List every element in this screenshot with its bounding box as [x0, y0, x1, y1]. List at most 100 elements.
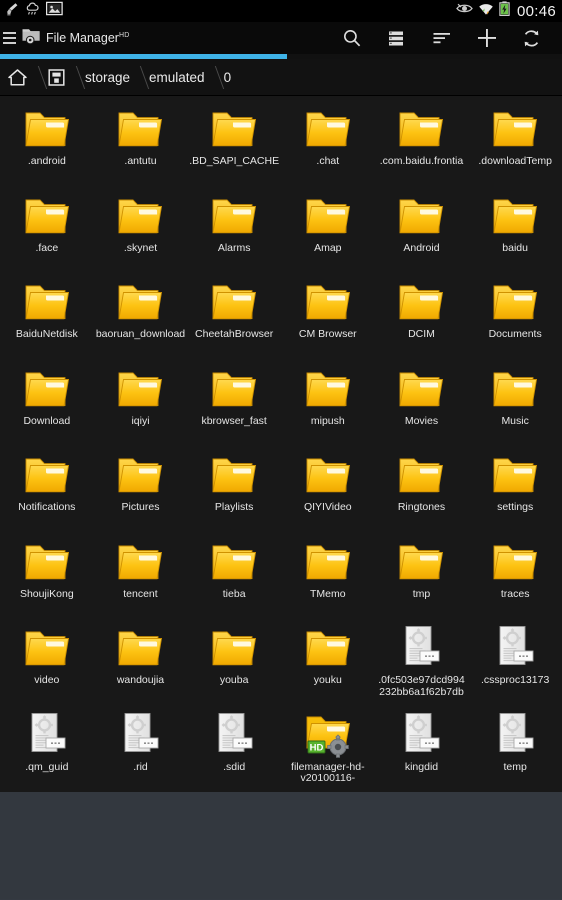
- folder-item[interactable]: youba: [187, 619, 281, 706]
- folder-icon: [118, 199, 163, 233]
- folder-settings-icon[interactable]: [21, 25, 43, 51]
- file-item[interactable]: temp: [468, 706, 562, 793]
- item-icon: [300, 105, 356, 155]
- file-item[interactable]: .qm_guid: [0, 706, 94, 793]
- folder-icon: [25, 112, 69, 147]
- item-icon: [19, 624, 75, 674]
- breadcrumb-storage[interactable]: storage: [82, 59, 133, 96]
- folder-item[interactable]: Ringtones: [375, 446, 469, 533]
- file-item[interactable]: .rid: [94, 706, 188, 793]
- sort-button[interactable]: [419, 22, 464, 54]
- folder-item[interactable]: baoruan_download: [94, 273, 188, 360]
- hamburger-menu-icon[interactable]: [3, 29, 19, 47]
- refresh-button[interactable]: [509, 22, 554, 54]
- item-label: kbrowser_fast: [201, 415, 267, 427]
- folder-icon: [399, 458, 444, 493]
- folder-item[interactable]: Music: [468, 360, 562, 447]
- item-icon: [206, 192, 262, 242]
- item-icon: [19, 711, 75, 761]
- folder-icon: [118, 631, 163, 666]
- folder-icon: [25, 372, 69, 406]
- item-icon: [393, 105, 449, 155]
- item-icon: [300, 451, 356, 501]
- folder-item[interactable]: Movies: [375, 360, 469, 447]
- folder-item[interactable]: Android: [375, 187, 469, 274]
- breadcrumb-separator: [31, 59, 44, 96]
- file-item[interactable]: kingdid: [375, 706, 469, 793]
- breadcrumb-device[interactable]: [44, 59, 69, 96]
- item-label: .0fc503e97dcd994232bb6a1f62b7db: [378, 675, 465, 698]
- wifi-icon: [478, 2, 494, 21]
- item-label: .antutu: [124, 156, 157, 167]
- item-icon: [112, 711, 168, 761]
- folder-item[interactable]: CM Browser: [281, 273, 375, 360]
- item-icon: [112, 278, 168, 328]
- folder-item[interactable]: tieba: [187, 533, 281, 620]
- item-label: CheetahBrowser: [195, 329, 274, 340]
- folder-item[interactable]: mipush: [281, 360, 375, 447]
- folder-item[interactable]: Pictures: [94, 446, 188, 533]
- file-item[interactable]: .0fc503e97dcd994232bb6a1f62b7db: [375, 619, 469, 706]
- folder-icon: [25, 631, 69, 666]
- eye-icon: [456, 2, 473, 20]
- breadcrumb-0[interactable]: 0: [221, 59, 235, 96]
- search-button[interactable]: [329, 22, 374, 54]
- folder-icon: [493, 545, 538, 579]
- folder-item[interactable]: Notifications: [0, 446, 94, 533]
- item-icon: [393, 624, 449, 674]
- item-icon: [112, 538, 168, 588]
- folder-item[interactable]: DCIM: [375, 273, 469, 360]
- item-label: filemanager-hd-v20100116-: [291, 761, 365, 784]
- breadcrumb-home[interactable]: [4, 59, 31, 96]
- folder-item[interactable]: TMemo: [281, 533, 375, 620]
- item-label: .com.baidu.frontia: [379, 156, 464, 167]
- breadcrumb-emulated[interactable]: emulated: [146, 59, 208, 96]
- folder-item[interactable]: .android: [0, 100, 94, 187]
- folder-item[interactable]: HD filemanager-hd-v20100116-: [281, 706, 375, 793]
- folder-item[interactable]: Documents: [468, 273, 562, 360]
- folder-item[interactable]: Amap: [281, 187, 375, 274]
- item-icon: [487, 451, 543, 501]
- folder-item[interactable]: .antutu: [94, 100, 188, 187]
- folder-item[interactable]: CheetahBrowser: [187, 273, 281, 360]
- folder-item[interactable]: youku: [281, 619, 375, 706]
- folder-item[interactable]: traces: [468, 533, 562, 620]
- folder-item[interactable]: ShoujiKong: [0, 533, 94, 620]
- folder-item[interactable]: settings: [468, 446, 562, 533]
- item-label: .skynet: [123, 242, 158, 254]
- item-icon: [300, 624, 356, 674]
- folder-item[interactable]: wandoujia: [94, 619, 188, 706]
- folder-item[interactable]: video: [0, 619, 94, 706]
- folder-item[interactable]: Playlists: [187, 446, 281, 533]
- folder-item[interactable]: .BD_SAPI_CACHE: [187, 100, 281, 187]
- folder-icon: [493, 285, 538, 320]
- file-item[interactable]: .cssproc13173: [468, 619, 562, 706]
- folder-item[interactable]: Alarms: [187, 187, 281, 274]
- item-label: .rid: [133, 761, 148, 773]
- folder-item[interactable]: baidu: [468, 187, 562, 274]
- item-icon: [206, 105, 262, 155]
- folder-icon: [118, 458, 163, 493]
- folder-item[interactable]: iqiyi: [94, 360, 188, 447]
- view-mode-button[interactable]: [374, 22, 419, 54]
- folder-item[interactable]: .face: [0, 187, 94, 274]
- file-icon: [499, 626, 534, 665]
- folder-item[interactable]: tencent: [94, 533, 188, 620]
- folder-item[interactable]: kbrowser_fast: [187, 360, 281, 447]
- item-icon: [206, 278, 262, 328]
- folder-item[interactable]: QIYIVideo: [281, 446, 375, 533]
- folder-item[interactable]: .com.baidu.frontia: [375, 100, 469, 187]
- folder-item[interactable]: tmp: [375, 533, 469, 620]
- folder-item[interactable]: .chat: [281, 100, 375, 187]
- add-button[interactable]: [464, 22, 509, 54]
- folder-item[interactable]: Download: [0, 360, 94, 447]
- item-label: tmp: [412, 588, 431, 600]
- item-label: ShoujiKong: [19, 588, 74, 600]
- file-item[interactable]: .sdid: [187, 706, 281, 793]
- item-icon: HD: [300, 711, 356, 761]
- folder-item[interactable]: BaiduNetdisk: [0, 273, 94, 360]
- folder-item[interactable]: .downloadTemp: [468, 100, 562, 187]
- item-label: Pictures: [121, 502, 160, 513]
- folder-item[interactable]: .skynet: [94, 187, 188, 274]
- svg-text:HD: HD: [309, 742, 323, 753]
